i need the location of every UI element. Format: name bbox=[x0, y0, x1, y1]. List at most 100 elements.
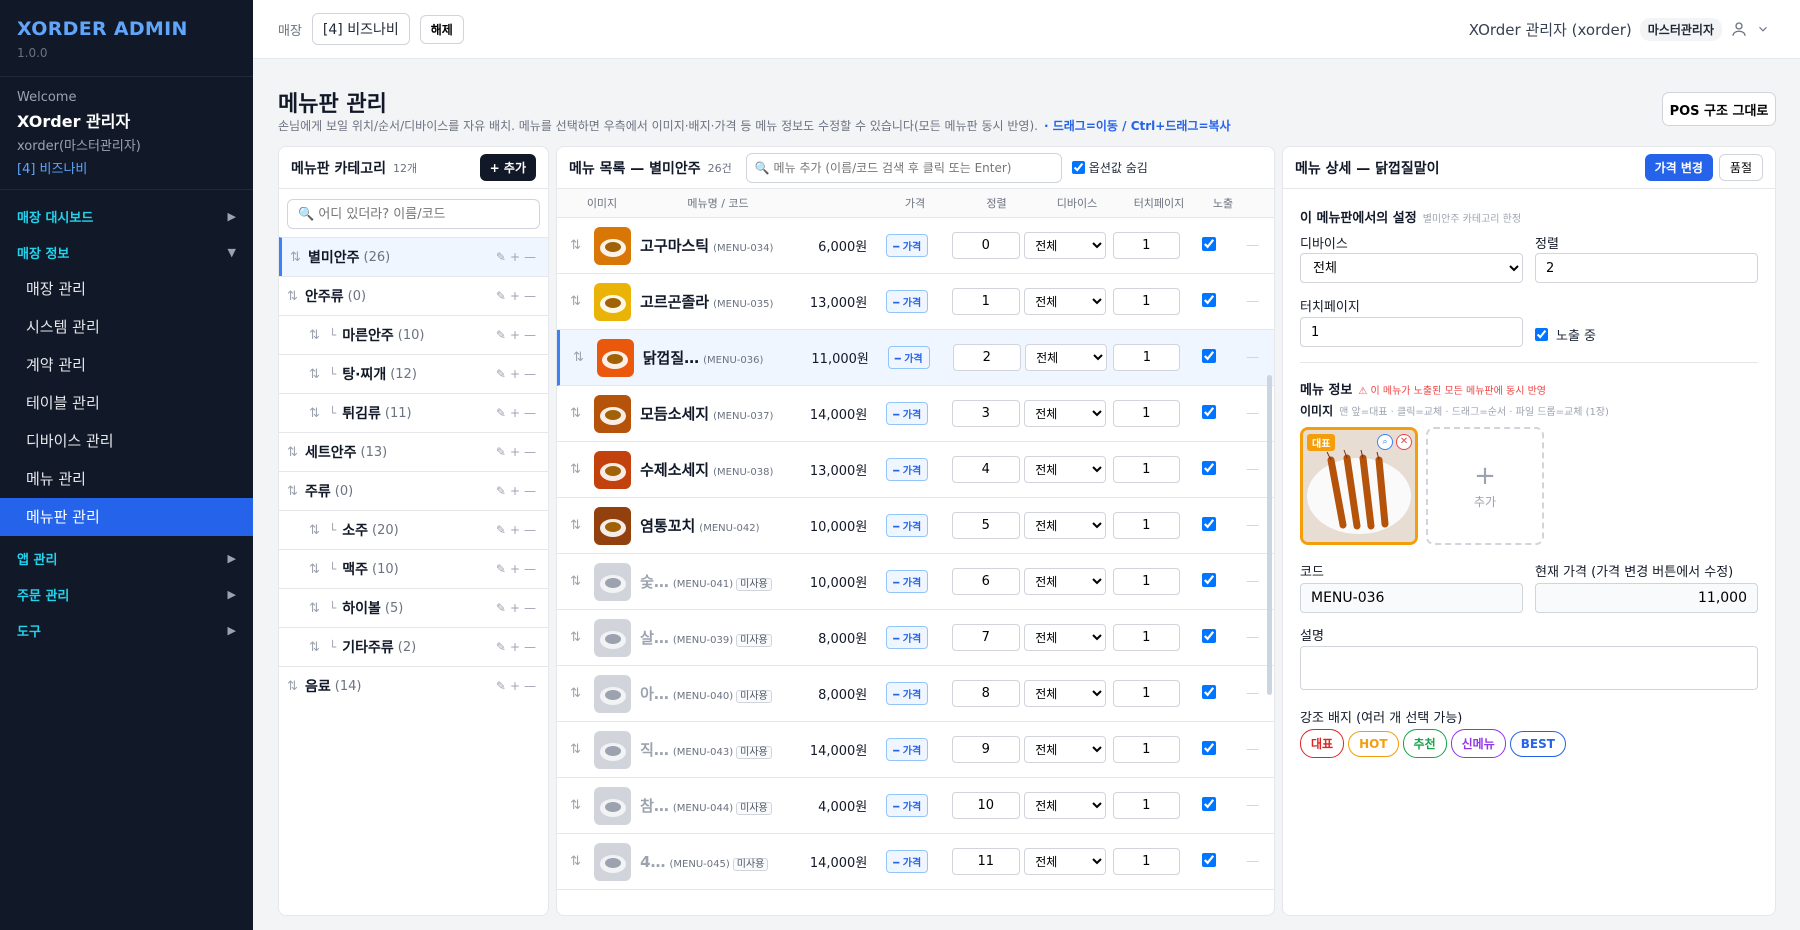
price-button[interactable]: ━ 가격 bbox=[886, 514, 929, 537]
sort-input[interactable] bbox=[1535, 253, 1758, 283]
remove-icon[interactable]: — bbox=[524, 601, 540, 615]
remove-icon[interactable]: — bbox=[1231, 854, 1274, 869]
drag-handle-icon[interactable]: ⇅ bbox=[287, 445, 305, 460]
sort-input[interactable] bbox=[951, 568, 1020, 595]
sort-input[interactable] bbox=[951, 232, 1020, 259]
main-image[interactable]: 대표 ⌕ ✕ bbox=[1300, 427, 1418, 545]
price-button[interactable]: ━ 가격 bbox=[886, 738, 929, 761]
drag-handle-icon[interactable]: ⇅ bbox=[309, 640, 327, 655]
edit-icon[interactable]: ✎ bbox=[496, 484, 510, 498]
menu-row[interactable]: ⇅숯…(MENU-041)미사용10,000원━ 가격전체— bbox=[557, 554, 1274, 610]
menu-row[interactable]: ⇅아…(MENU-040)미사용8,000원━ 가격전체— bbox=[557, 666, 1274, 722]
menu-row[interactable]: ⇅ 직…(MENU-043)미사용 14,000원 ━ 가격 전체 — bbox=[557, 722, 1274, 778]
device-select[interactable]: 전체 bbox=[1024, 736, 1107, 763]
add-icon[interactable]: + bbox=[510, 328, 524, 342]
touch-page-input[interactable] bbox=[1112, 400, 1180, 427]
price-change-button[interactable]: 가격 변경 bbox=[1644, 154, 1713, 181]
sidebar-item-menuboard[interactable]: 메뉴판 관리 bbox=[0, 498, 253, 536]
device-select[interactable]: 전체 bbox=[1024, 680, 1107, 707]
visible-checkbox[interactable] bbox=[1201, 572, 1216, 587]
sort-input[interactable] bbox=[951, 400, 1020, 427]
price-button[interactable]: ━ 가격 bbox=[887, 346, 930, 369]
category-row[interactable]: ⇅ 별미안주 (26) ✎+— bbox=[279, 237, 548, 276]
remove-icon[interactable]: — bbox=[524, 640, 540, 654]
price-button[interactable]: ━ 가격 bbox=[886, 626, 929, 649]
sort-input[interactable] bbox=[951, 288, 1020, 315]
drag-handle-icon[interactable]: ⇅ bbox=[287, 679, 305, 694]
menu-row[interactable]: ⇅ 고구마스틱(MENU-034) 6,000원 ━ 가격 전체 — bbox=[557, 218, 1274, 274]
sort-input[interactable] bbox=[951, 512, 1020, 539]
price-button[interactable]: ━ 가격 bbox=[886, 682, 929, 705]
price-button[interactable]: ━ 가격 bbox=[886, 234, 929, 257]
remove-icon[interactable]: — bbox=[1231, 294, 1274, 309]
badge-option[interactable]: BEST bbox=[1509, 731, 1566, 757]
device-select[interactable]: 전체 bbox=[1025, 344, 1108, 371]
category-row[interactable]: ⇅ └ 하이볼 (5) ✎+— bbox=[279, 588, 548, 627]
touch-page-input[interactable] bbox=[1112, 232, 1180, 259]
category-row[interactable]: ⇅ 음료 (14) ✎+— bbox=[279, 666, 548, 705]
category-row[interactable]: ⇅ └ 맥주 (10) ✎+— bbox=[279, 549, 548, 588]
visible-checkbox[interactable] bbox=[1201, 852, 1216, 867]
add-icon[interactable]: + bbox=[510, 679, 524, 693]
category-row[interactable]: ⇅ └ 탕·찌개 (12) ✎+— bbox=[279, 354, 548, 393]
delete-image-icon[interactable]: ✕ bbox=[1396, 434, 1412, 450]
device-select[interactable]: 전체 bbox=[1024, 568, 1107, 595]
visible-toggle[interactable]: 노출 중 bbox=[1535, 325, 1596, 344]
nav-group-order[interactable]: 주문 관리 ▶ bbox=[0, 576, 253, 612]
price-button[interactable]: ━ 가격 bbox=[886, 794, 929, 817]
device-select[interactable]: 전체 bbox=[1024, 624, 1107, 651]
nav-group-app[interactable]: 앱 관리 ▶ bbox=[0, 540, 253, 576]
menu-row[interactable]: ⇅염통꼬치(MENU-042)10,000원━ 가격전체— bbox=[557, 498, 1274, 554]
remove-icon[interactable]: — bbox=[524, 289, 540, 303]
touch-page-input[interactable] bbox=[1300, 317, 1523, 347]
drag-handle-icon[interactable]: ⇅ bbox=[557, 462, 594, 477]
edit-icon[interactable]: ✎ bbox=[496, 406, 510, 420]
badge-option[interactable]: 대표 bbox=[1300, 729, 1345, 758]
sort-input[interactable] bbox=[952, 344, 1021, 371]
add-icon[interactable]: + bbox=[510, 640, 524, 654]
touch-page-input[interactable] bbox=[1112, 512, 1180, 539]
device-select[interactable]: 전체 bbox=[1024, 400, 1107, 427]
visible-checkbox[interactable] bbox=[1201, 292, 1216, 307]
sort-input[interactable] bbox=[951, 792, 1020, 819]
add-image-button[interactable]: + 추가 bbox=[1426, 427, 1544, 545]
visible-checkbox[interactable] bbox=[1201, 236, 1216, 251]
drag-handle-icon[interactable]: ⇅ bbox=[309, 523, 327, 538]
remove-icon[interactable]: — bbox=[524, 406, 540, 420]
remove-icon[interactable]: — bbox=[1231, 238, 1274, 253]
pos-structure-button[interactable]: POS 구조 그대로 bbox=[1662, 92, 1776, 126]
price-button[interactable]: ━ 가격 bbox=[886, 850, 929, 873]
device-select[interactable]: 전체 bbox=[1300, 253, 1523, 283]
sidebar-item-menu[interactable]: 메뉴 관리 bbox=[0, 460, 253, 498]
remove-icon[interactable]: — bbox=[1231, 350, 1274, 365]
visible-checkbox[interactable] bbox=[1201, 740, 1216, 755]
category-search-input[interactable] bbox=[298, 206, 529, 222]
menu-row[interactable]: ⇅살…(MENU-039)미사용8,000원━ 가격전체— bbox=[557, 610, 1274, 666]
visible-checkbox[interactable] bbox=[1201, 516, 1216, 531]
touch-page-input[interactable] bbox=[1112, 680, 1180, 707]
menu-row[interactable]: ⇅ 4…(MENU-045)미사용 14,000원 ━ 가격 전체 — bbox=[557, 834, 1274, 890]
add-icon[interactable]: + bbox=[510, 562, 524, 576]
remove-icon[interactable]: — bbox=[1231, 798, 1274, 813]
soldout-button[interactable]: 품절 bbox=[1718, 154, 1763, 181]
sidebar-item-contract[interactable]: 계약 관리 bbox=[0, 346, 253, 384]
touch-page-input[interactable] bbox=[1112, 624, 1180, 651]
category-row[interactable]: ⇅ └ 튀김류 (11) ✎+— bbox=[279, 393, 548, 432]
drag-handle-icon[interactable]: ⇅ bbox=[557, 518, 594, 533]
release-button[interactable]: 해제 bbox=[419, 14, 464, 44]
remove-icon[interactable]: — bbox=[524, 445, 540, 459]
sort-input[interactable] bbox=[951, 848, 1020, 875]
add-icon[interactable]: + bbox=[510, 367, 524, 381]
device-select[interactable]: 전체 bbox=[1024, 848, 1107, 875]
edit-icon[interactable]: ✎ bbox=[496, 640, 510, 654]
visible-checkbox[interactable] bbox=[1201, 684, 1216, 699]
remove-icon[interactable]: — bbox=[524, 484, 540, 498]
touch-page-input[interactable] bbox=[1113, 344, 1181, 371]
menu-add-search-input[interactable] bbox=[754, 160, 1053, 175]
remove-icon[interactable]: — bbox=[524, 523, 540, 537]
touch-page-input[interactable] bbox=[1112, 848, 1180, 875]
nav-group-store-info[interactable]: 매장 정보 ▼ bbox=[0, 234, 253, 270]
sort-input[interactable] bbox=[951, 456, 1020, 483]
add-icon[interactable]: + bbox=[510, 445, 524, 459]
remove-icon[interactable]: — bbox=[524, 367, 540, 381]
